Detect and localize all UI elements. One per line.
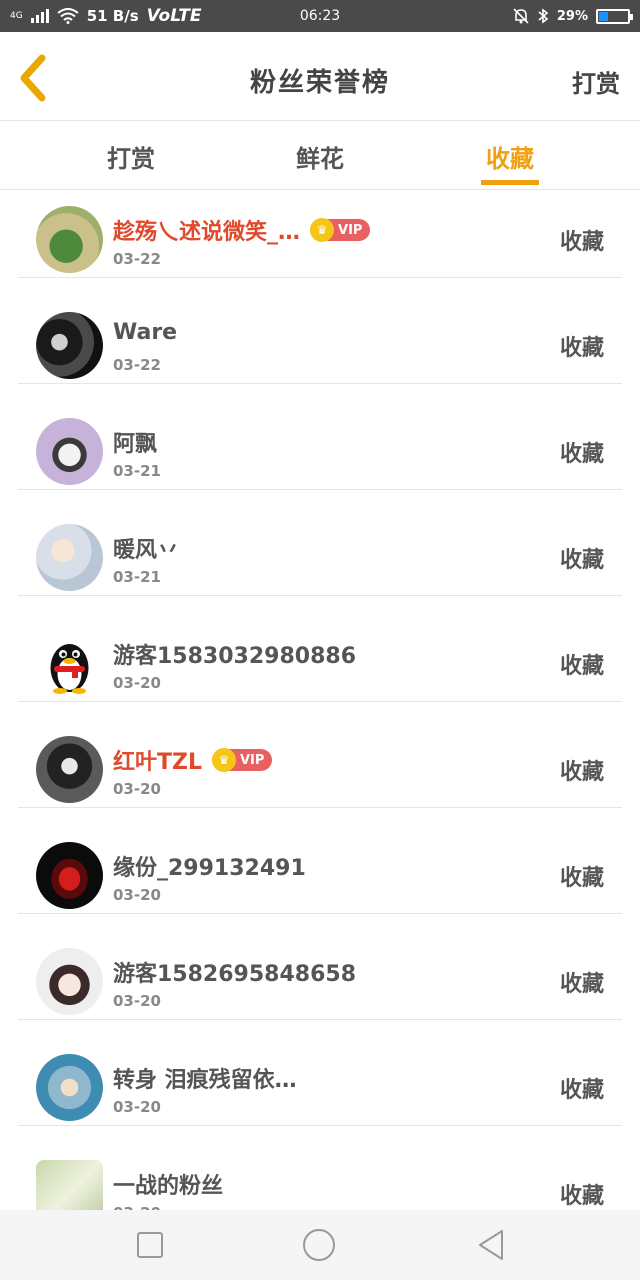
favorite-label: 收藏	[559, 442, 604, 467]
list-item[interactable]: 红叶TZL ♛ VIP 03-20 收藏	[18, 702, 622, 808]
tab-favorites[interactable]: 收藏	[460, 139, 560, 174]
user-name[interactable]: 缘份_299132491	[113, 850, 306, 882]
active-tab-indicator	[481, 180, 539, 185]
favorite-label: 收藏	[559, 230, 604, 255]
user-name[interactable]: 红叶TZL ♛ VIP	[113, 744, 273, 776]
date: 03-20	[113, 1098, 161, 1116]
status-right: 29%	[513, 8, 633, 24]
list-item[interactable]: 暖风丷 03-21 收藏	[18, 490, 622, 596]
tab-flowers[interactable]: 鲜花	[270, 139, 370, 174]
list-item[interactable]: 游客1582695848658 03-20 收藏	[18, 914, 622, 1020]
date: 03-20	[113, 992, 161, 1010]
list-item[interactable]: 游客1583032980886 03-20 收藏	[18, 596, 622, 702]
avatar[interactable]	[36, 1054, 103, 1121]
status-bar: 4G 51 B/s VoLTE 06:23 29%	[0, 0, 640, 32]
user-name[interactable]: 游客1583032980886	[113, 638, 356, 670]
date: 03-20	[113, 780, 161, 798]
list-item[interactable]: 阿飘 03-21 收藏	[18, 384, 622, 490]
vip-label: VIP	[239, 752, 265, 768]
date: 03-21	[113, 568, 161, 586]
favorite-label: 收藏	[559, 654, 604, 679]
list-item[interactable]: 趁殇乀述说微笑_… ♛ VIP 03-22 收藏	[18, 190, 622, 278]
back-nav-button[interactable]	[474, 1228, 508, 1262]
favorite-label: 收藏	[559, 760, 604, 785]
qq-penguin-avatar[interactable]	[36, 630, 103, 697]
user-name[interactable]: 阿飘	[113, 426, 157, 458]
avatar[interactable]	[36, 842, 103, 909]
triangle-back-icon	[479, 1230, 503, 1260]
date: 03-21	[113, 462, 161, 480]
user-name-text: 趁殇乀述说微笑_…	[113, 220, 301, 245]
user-name[interactable]: Ware	[113, 320, 177, 345]
list-item[interactable]: 转身 泪痕残留依… 03-20 收藏	[18, 1020, 622, 1126]
vip-label: VIP	[338, 222, 363, 238]
favorite-label: 收藏	[559, 1184, 604, 1209]
user-name[interactable]: 暖风丷	[113, 532, 179, 564]
crown-icon: ♛	[310, 218, 335, 242]
list-item[interactable]: Ware 03-22 收藏	[18, 278, 622, 384]
avatar[interactable]	[36, 524, 103, 591]
tab-reward[interactable]: 打赏	[81, 139, 181, 174]
favorite-label: 收藏	[559, 336, 604, 361]
circle-icon	[303, 1229, 335, 1261]
favorite-label: 收藏	[559, 866, 604, 891]
user-name-text: 红叶TZL	[113, 750, 202, 775]
volte-label: VoLTE	[146, 6, 202, 26]
vip-badge: ♛ VIP	[211, 748, 273, 772]
date: 03-22	[113, 250, 161, 268]
fan-list[interactable]: 趁殇乀述说微笑_… ♛ VIP 03-22 收藏 Ware 03-22 收藏 阿飘…	[0, 190, 640, 1210]
vip-badge: ♛ VIP	[310, 218, 371, 242]
recent-apps-button[interactable]	[133, 1228, 167, 1262]
avatar[interactable]	[36, 418, 103, 485]
list-item[interactable]: 一战的粉丝 03-20 收藏	[18, 1126, 622, 1210]
avatar[interactable]	[36, 736, 103, 803]
date: 03-20	[113, 886, 161, 904]
wifi-icon	[57, 8, 79, 24]
bluetooth-icon	[538, 8, 549, 24]
cell-signal-icon	[30, 9, 49, 23]
penguin-icon	[50, 644, 89, 694]
avatar[interactable]	[36, 1160, 103, 1210]
user-name[interactable]: 一战的粉丝	[113, 1168, 223, 1200]
square-icon	[137, 1232, 163, 1258]
battery-level	[599, 11, 608, 21]
user-name[interactable]: 趁殇乀述说微笑_… ♛ VIP	[113, 214, 371, 246]
avatar[interactable]	[36, 206, 103, 273]
page-title: 粉丝荣誉榜	[249, 68, 390, 98]
battery-percent: 29%	[556, 8, 588, 24]
tab-bar: 打赏 鲜花 收藏	[0, 121, 640, 190]
date: 03-22	[113, 356, 161, 374]
mute-bell-icon	[513, 8, 529, 24]
favorite-label: 收藏	[559, 548, 604, 573]
reward-button[interactable]: 打赏	[572, 64, 620, 99]
avatar[interactable]	[36, 312, 103, 379]
network-speed: 51 B/s	[86, 7, 139, 25]
home-button[interactable]	[302, 1228, 336, 1262]
user-name[interactable]: 游客1582695848658	[113, 956, 356, 988]
user-name[interactable]: 转身 泪痕残留依…	[113, 1062, 297, 1094]
favorite-label: 收藏	[559, 1078, 604, 1103]
favorite-label: 收藏	[559, 972, 604, 997]
system-nav-bar	[0, 1210, 640, 1280]
date: 03-20	[113, 674, 161, 692]
header: 粉丝荣誉榜 打赏	[0, 32, 640, 121]
avatar[interactable]	[36, 948, 103, 1015]
battery-icon	[596, 8, 633, 24]
crown-icon: ♛	[211, 748, 236, 772]
status-left: 4G 51 B/s VoLTE	[10, 6, 513, 26]
network-type: 4G	[10, 11, 23, 21]
list-item[interactable]: 缘份_299132491 03-20 收藏	[18, 808, 622, 914]
